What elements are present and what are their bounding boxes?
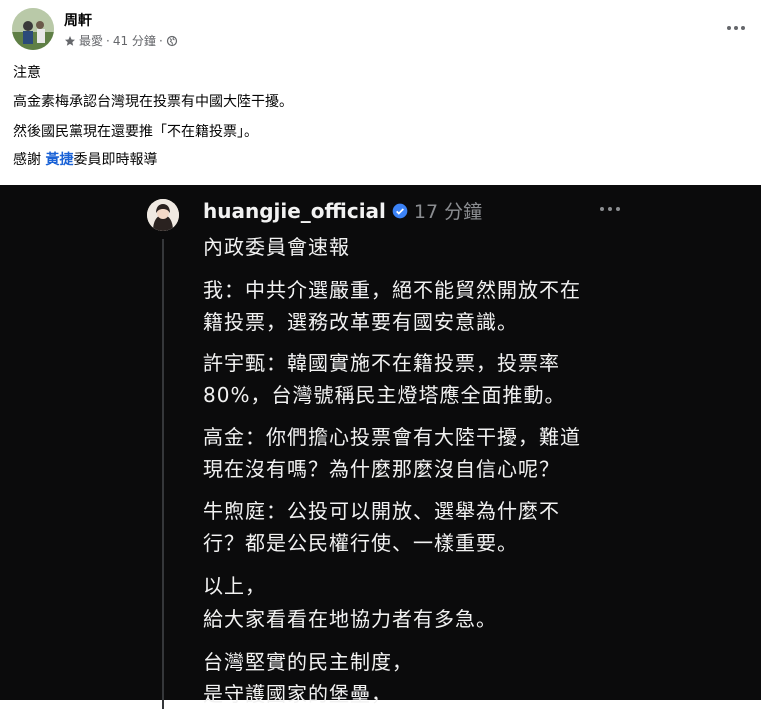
dot-icon [727, 26, 731, 30]
globe-icon[interactable] [166, 35, 178, 47]
dot-icon [741, 26, 745, 30]
threads-text-line: 台灣堅實的民主制度， [203, 650, 413, 674]
author-avatar[interactable] [12, 8, 54, 50]
post-text-line: 注意 [13, 65, 41, 81]
threads-text-line: 是守護國家的堡壘， [203, 682, 392, 706]
facebook-post-header: 周軒 最愛 · 41 分鐘 · 注意 高金素梅承認台灣現在投票有中國大陸干擾。 … [0, 0, 761, 185]
thread-line [162, 239, 164, 709]
verified-badge-icon [392, 203, 408, 218]
threads-header: huangjie_official 17 分鐘 [203, 197, 482, 224]
threads-text-line: 以上， [203, 574, 266, 598]
threads-text-line: 牛煦庭：公投可以開放、選舉為什麼不 [203, 499, 560, 523]
star-icon [65, 35, 75, 46]
dot-icon [734, 26, 738, 30]
threads-text-line: 80%，台灣號稱民主燈塔應全面推動。 [203, 383, 566, 407]
threads-text-line: 內政委員會速報 [203, 235, 350, 259]
favorites-label: 最愛 [79, 34, 104, 48]
threads-avatar [147, 199, 179, 231]
threads-text-line: 給大家看看在地協力者有多急。 [203, 607, 497, 631]
threads-text-line: 行？都是公民權行使、一樣重要。 [203, 531, 518, 555]
threads-more-icon [600, 207, 620, 211]
post-text-line: 高金素梅承認台灣現在投票有中國大陸干擾。 [13, 94, 293, 110]
threads-username: huangjie_official [203, 198, 386, 223]
meta-separator: · [106, 33, 110, 48]
threads-screenshot-image[interactable]: huangjie_official 17 分鐘 內政委員會速報 我：中共介選嚴重… [0, 185, 761, 709]
post-text-line: 感謝 黃捷委員即時報導 [13, 151, 157, 169]
thanks-prefix: 感謝 [13, 152, 46, 168]
threads-text-line: 我：中共介選嚴重，絕不能貿然開放不在 [203, 278, 581, 302]
post-options-button[interactable] [722, 18, 750, 38]
threads-text-line: 高金：你們擔心投票會有大陸干擾，難道 [203, 425, 581, 449]
post-text-line: 然後國民黨現在還要推「不在籍投票」。 [13, 124, 258, 140]
meta-separator: · [158, 33, 163, 48]
author-name[interactable]: 周軒 [64, 10, 92, 30]
mention-link[interactable]: 黃捷 [45, 152, 73, 168]
threads-timestamp: 17 分鐘 [413, 201, 483, 223]
threads-text-line: 許宇甄：韓國實施不在籍投票，投票率 [203, 351, 560, 375]
thanks-suffix: 委員即時報導 [73, 152, 158, 168]
post-meta: 最愛 · 41 分鐘 · [64, 32, 178, 49]
post-timestamp[interactable]: 41 分鐘 [113, 32, 156, 49]
threads-text-line: 籍投票，選務改革要有國安意識。 [203, 310, 518, 334]
threads-text-line: 現在沒有嗎？為什麼那麼沒自信心呢？ [203, 457, 560, 481]
